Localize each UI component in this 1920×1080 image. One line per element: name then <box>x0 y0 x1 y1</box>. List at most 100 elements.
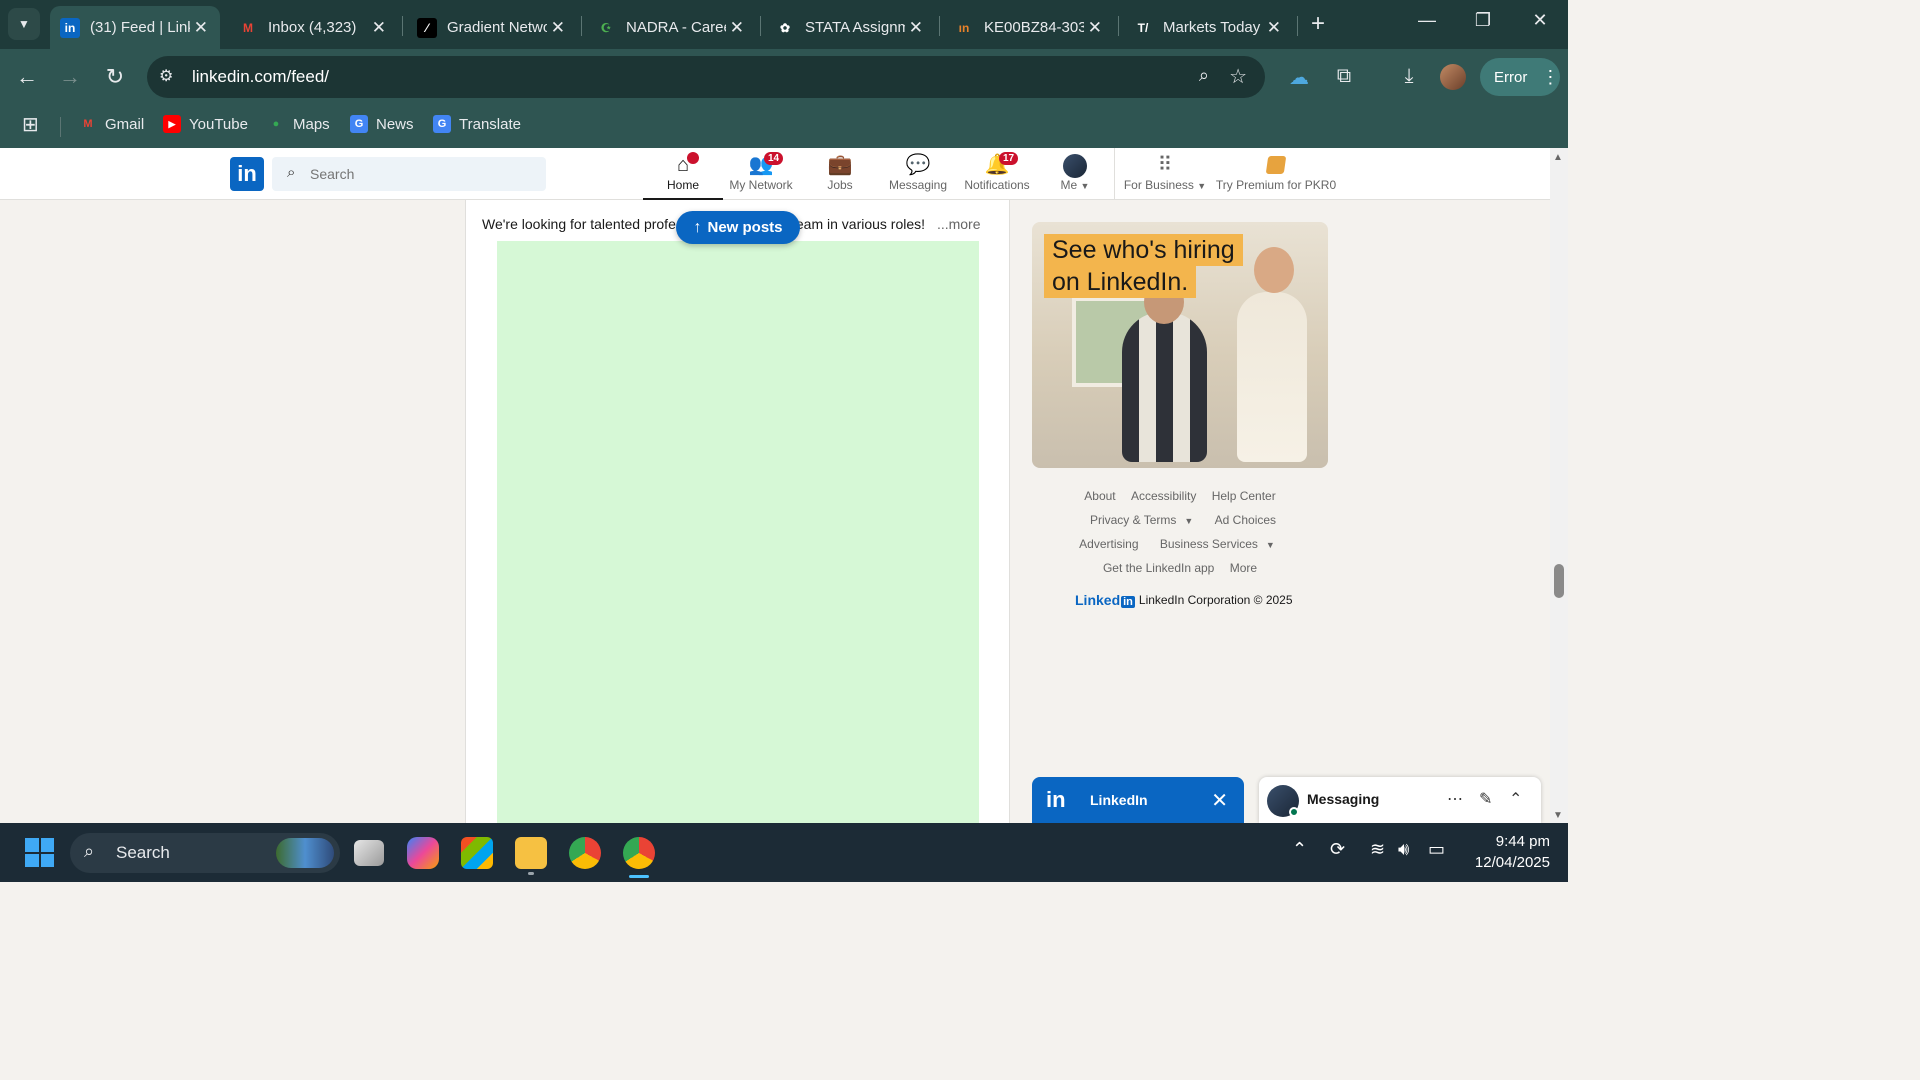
minimize-icon[interactable]: — <box>1412 10 1442 31</box>
close-tab-icon[interactable]: ✕ <box>372 18 386 38</box>
store-icon[interactable] <box>461 837 493 869</box>
copilot-icon[interactable] <box>407 837 439 869</box>
reload-icon[interactable]: ↻ <box>101 63 129 91</box>
more-options-icon[interactable]: ⋯ <box>1447 789 1463 809</box>
start-button[interactable] <box>25 838 54 867</box>
tab-linkedin-feed[interactable]: in (31) Feed | LinkedIn ✕ <box>50 6 220 49</box>
scroll-down-icon[interactable]: ▼ <box>1553 810 1563 821</box>
taskbar-search[interactable]: ⌕ Search <box>70 833 340 873</box>
file-explorer-icon[interactable] <box>515 837 547 869</box>
nav-me[interactable]: Me ▼ <box>1035 152 1115 200</box>
compose-icon[interactable]: ✎ <box>1479 789 1492 809</box>
page-scrollbar[interactable]: ▲ ▼ <box>1550 148 1568 823</box>
restore-icon[interactable]: ❐ <box>1468 10 1498 31</box>
extensions-icon[interactable]: ⧉ <box>1331 65 1357 88</box>
nav-jobs[interactable]: 💼 Jobs <box>800 152 880 200</box>
news-icon: G <box>350 115 368 133</box>
tab-separator <box>760 16 761 36</box>
footer-link[interactable]: More <box>1230 561 1257 575</box>
download-icon[interactable]: ⤓ <box>1396 65 1422 88</box>
search-highlight-graphic <box>276 838 334 868</box>
profile-avatar[interactable] <box>1440 64 1466 90</box>
task-view-icon[interactable] <box>354 840 384 866</box>
footer-link[interactable]: Accessibility <box>1131 489 1196 503</box>
linkedin-chat-bar[interactable]: in LinkedIn ✕ <box>1032 777 1244 823</box>
chrome-profile-icon[interactable] <box>623 837 655 878</box>
footer-link[interactable]: Ad Choices <box>1215 513 1276 527</box>
scrollbar-thumb[interactable] <box>1554 564 1564 598</box>
close-tab-icon[interactable]: ✕ <box>1088 18 1102 38</box>
chrome-icon[interactable] <box>569 837 601 869</box>
tab-gradient[interactable]: ⁄ Gradient Network ✕ <box>407 6 577 49</box>
header-divider <box>1114 148 1115 200</box>
tab-search-button[interactable]: ▼ <box>8 8 40 40</box>
bookmark-star-icon[interactable]: ☆ <box>1229 64 1247 89</box>
bookmark-youtube[interactable]: ▶ YouTube <box>163 115 248 133</box>
apps-grid-icon[interactable]: ⊞ <box>22 112 39 137</box>
address-bar[interactable]: ⚙ linkedin.com/feed/ ⌕ ☆ <box>147 56 1265 98</box>
caret-down-icon: ▼ <box>1080 181 1090 191</box>
ad-headline: on LinkedIn. <box>1044 266 1197 298</box>
linkedin-logo[interactable]: in <box>230 157 264 191</box>
close-window-icon[interactable]: ✕ <box>1525 10 1555 31</box>
zoom-icon[interactable]: ⌕ <box>1199 65 1209 86</box>
linkedin-search[interactable]: ⌕ <box>272 157 546 191</box>
battery-icon[interactable]: ▭ <box>1428 839 1445 860</box>
chevron-up-icon[interactable]: ⌃ <box>1509 789 1522 809</box>
close-icon[interactable]: ✕ <box>1211 788 1228 813</box>
online-status-dot <box>1289 807 1299 817</box>
nav-premium[interactable]: Try Premium for PKR0 <box>1214 152 1338 200</box>
nav-my-network[interactable]: 👥 14 My Network <box>721 152 801 200</box>
home-dot-badge <box>687 152 699 164</box>
hiring-ad[interactable]: See who's hiring on LinkedIn. <box>1032 222 1328 468</box>
nav-notifications[interactable]: 🔔 17 Notifications <box>957 152 1037 200</box>
tab-markets-today[interactable]: T/ Markets Today ✕ <box>1123 6 1293 49</box>
ad-person-graphic <box>1254 247 1294 293</box>
bookmark-separator <box>60 117 61 137</box>
profile-error-button[interactable]: Error ⋮ <box>1480 58 1560 96</box>
wifi-icon[interactable]: ≋ <box>1370 839 1385 860</box>
system-clock[interactable]: 9:44 pm 12/04/2025 <box>1460 831 1550 873</box>
nav-for-business[interactable]: ⠿ For Business ▼ <box>1120 152 1210 200</box>
footer-link[interactable]: Business Services ▼ <box>1154 537 1281 551</box>
new-tab-button[interactable]: + <box>1305 12 1331 38</box>
bookmark-gmail[interactable]: M Gmail <box>79 115 144 133</box>
footer-link[interactable]: Help Center <box>1212 489 1276 503</box>
footer-link[interactable]: Get the LinkedIn app <box>1103 561 1214 575</box>
back-icon[interactable]: ← <box>13 63 41 91</box>
close-tab-icon[interactable]: ✕ <box>909 18 923 38</box>
search-input[interactable] <box>310 157 540 191</box>
tab-nadra[interactable]: ☪ NADRA - Career ✕ <box>586 6 756 49</box>
close-tab-icon[interactable]: ✕ <box>551 18 565 38</box>
messaging-icon: 💬 <box>905 154 931 176</box>
close-tab-icon[interactable]: ✕ <box>730 18 744 38</box>
volume-icon[interactable]: 🔊︎ <box>1398 839 1409 860</box>
footer-link[interactable]: Advertising <box>1079 537 1138 551</box>
tab-stata[interactable]: ✿ STATA Assignment ✕ <box>765 6 935 49</box>
caret-down-icon: ▼ <box>1197 181 1207 191</box>
bookmark-news[interactable]: G News <box>350 115 414 133</box>
messaging-overlay[interactable]: Messaging ⋯ ✎ ⌃ <box>1259 777 1541 823</box>
tab-ke00bz84[interactable]: ın KE00BZ84-303 ✕ <box>944 6 1114 49</box>
forward-icon[interactable]: → <box>56 63 84 91</box>
nadra-icon: ☪ <box>600 20 612 35</box>
footer-link[interactable]: About <box>1084 489 1115 503</box>
site-settings-icon[interactable]: ⚙ <box>159 66 181 88</box>
new-posts-button[interactable]: ↑ New posts <box>676 211 800 244</box>
show-hidden-icons[interactable]: ⌃ <box>1292 839 1307 860</box>
close-tab-icon[interactable]: ✕ <box>194 18 208 38</box>
maps-icon: ● <box>272 118 280 130</box>
sync-icon[interactable]: ⟳ <box>1330 839 1345 860</box>
footer-link[interactable]: Privacy & Terms ▼ <box>1084 513 1199 527</box>
nav-home[interactable]: ⌂ Home <box>643 152 723 200</box>
bookmark-translate[interactable]: G Translate <box>433 115 521 133</box>
tab-gmail[interactable]: M Inbox (4,323) ✕ <box>228 6 398 49</box>
cloud-sync-icon[interactable]: ☁ <box>1286 65 1312 90</box>
close-tab-icon[interactable]: ✕ <box>1267 18 1281 38</box>
url-text[interactable]: linkedin.com/feed/ <box>192 67 329 87</box>
post-image[interactable] <box>497 241 979 823</box>
see-more-link[interactable]: ...more <box>937 216 981 232</box>
nav-messaging[interactable]: 💬 Messaging <box>878 152 958 200</box>
bookmark-maps[interactable]: ● Maps <box>267 115 330 133</box>
scroll-up-icon[interactable]: ▲ <box>1553 152 1563 163</box>
